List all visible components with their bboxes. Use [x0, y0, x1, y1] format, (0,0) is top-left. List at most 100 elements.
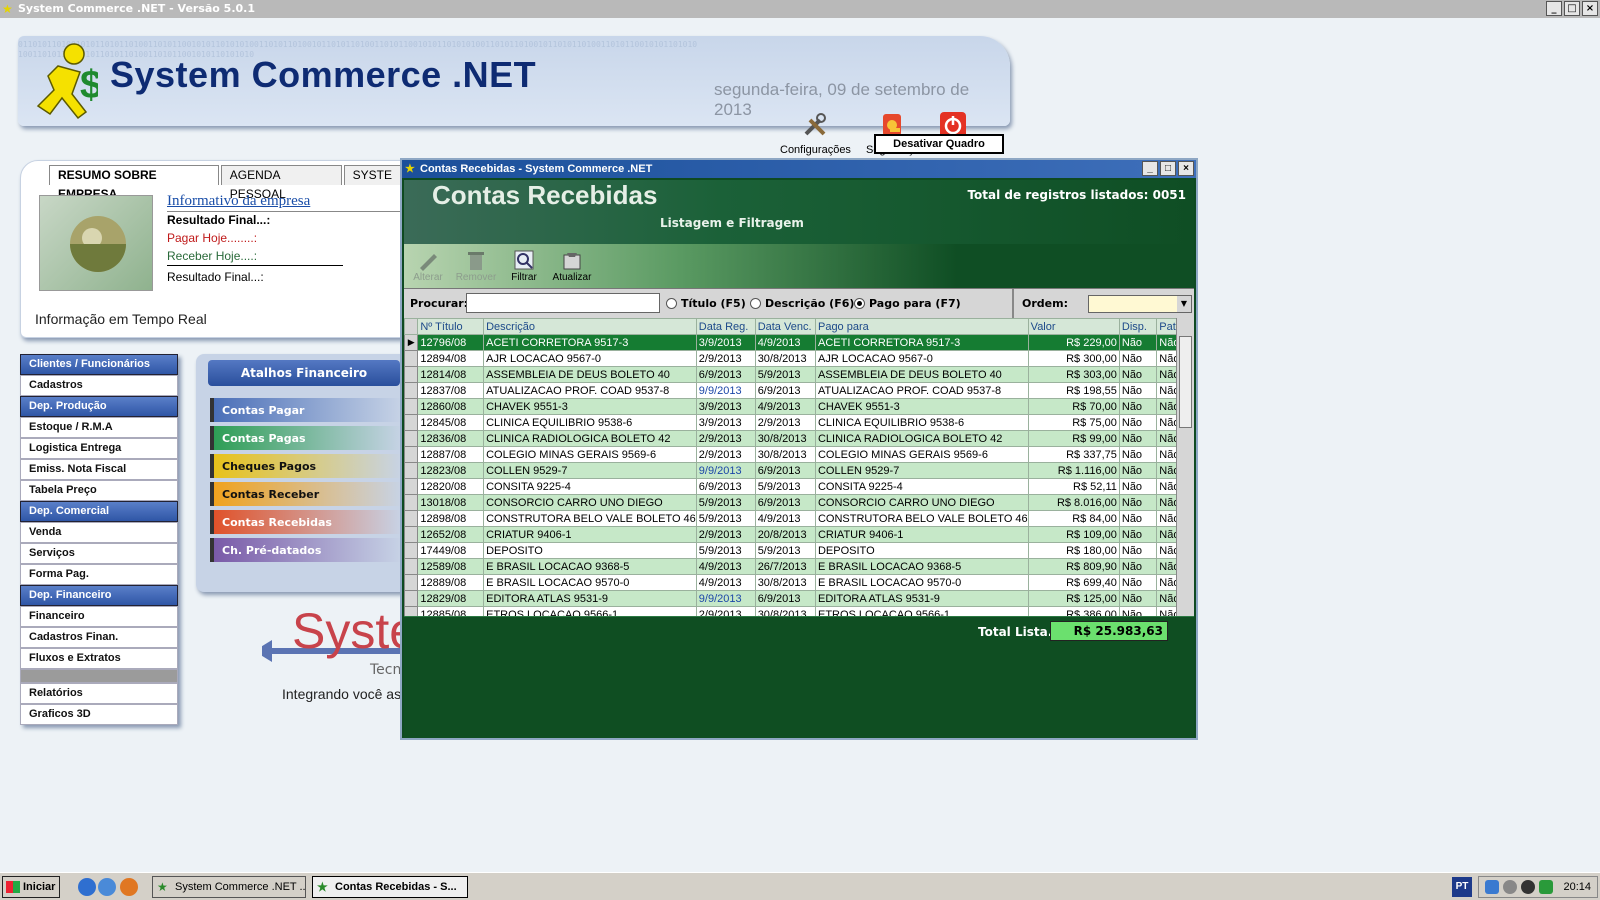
dialog-minimize-button[interactable]: _ [1142, 161, 1158, 176]
row-indicator[interactable] [404, 542, 419, 559]
column-header[interactable]: Nº Título [417, 318, 485, 335]
row-indicator[interactable] [404, 574, 419, 591]
row-indicator[interactable] [404, 414, 419, 431]
row-indicator[interactable] [404, 446, 419, 463]
start-button[interactable]: Iniciar [2, 876, 60, 898]
row-indicator[interactable] [404, 590, 419, 607]
close-button[interactable]: × [1582, 1, 1598, 16]
column-header[interactable]: Data Venc. [754, 318, 816, 335]
table-row[interactable]: 12837/08 ATUALIZACAO PROF. COAD 9537-8 9/9… [404, 382, 1194, 399]
tab-system[interactable]: SYSTE [343, 165, 401, 185]
tab-agenda[interactable]: AGENDA PESSOAL [220, 165, 342, 201]
column-header[interactable]: Data Reg. [695, 318, 756, 335]
volume-icon[interactable] [1521, 880, 1535, 894]
task-system-commerce[interactable]: ★ System Commerce .NET ... [152, 876, 306, 898]
row-indicator[interactable] [404, 462, 419, 479]
row-indicator[interactable] [404, 526, 419, 543]
table-row[interactable]: 12652/08 CRIATUR 9406-1 2/9/2013 20/8/2013 C… [404, 526, 1194, 543]
column-header[interactable]: Valor [1027, 318, 1120, 335]
remover-button[interactable]: Remover [454, 248, 498, 283]
table-row[interactable]: 12894/08 AJR LOCACAO 9567-0 2/9/2013 30/8/2… [404, 350, 1194, 367]
row-indicator[interactable] [404, 494, 419, 511]
table-row[interactable]: 12829/08 EDITORA ATLAS 9531-9 9/9/2013 6/9/… [404, 590, 1194, 607]
table-row[interactable]: 13018/08 CONSORCIO CARRO UNO DIEGO 5/9/201… [404, 494, 1194, 511]
atalho-contas-receber[interactable]: Contas Receber [210, 482, 402, 506]
table-row[interactable]: 12898/08 CONSTRUTORA BELO VALE BOLETO 46 5… [404, 510, 1194, 527]
info-title[interactable]: Informativo da empresa [167, 193, 310, 210]
table-row[interactable]: ▶ 12796/08 ACETI CORRETORA 9517-3 3/9/2013 4… [404, 334, 1194, 351]
config-button[interactable]: Configurações [780, 108, 851, 156]
menu-item[interactable]: Emiss. Nota Fiscal [20, 459, 178, 480]
menu-item[interactable]: Serviços [20, 543, 178, 564]
table-row[interactable]: 12820/08 CONSITA 9225-4 6/9/2013 5/9/2013 CO… [404, 478, 1194, 495]
minimize-button[interactable]: _ [1546, 1, 1562, 16]
dialog-maximize-button[interactable]: □ [1160, 161, 1176, 176]
atalho-cheques-pagos[interactable]: Cheques Pagos [210, 454, 402, 478]
filtrar-button[interactable]: Filtrar [502, 248, 546, 283]
search-input[interactable] [466, 293, 660, 313]
atualizar-button[interactable]: Atualizar [550, 248, 594, 283]
menu-item[interactable]: Estoque / R.M.A [20, 417, 178, 438]
radio-descricao[interactable]: Descrição (F6) [750, 297, 854, 310]
network-icon[interactable] [1485, 880, 1499, 894]
menu-item[interactable]: Graficos 3D [20, 704, 178, 725]
atalho-ch-pre-datados[interactable]: Ch. Pré-datados [210, 538, 402, 562]
table-row[interactable]: 12814/08 ASSEMBLEIA DE DEUS BOLETO 40 6/9/… [404, 366, 1194, 383]
row-indicator[interactable] [404, 398, 419, 415]
task-contas-recebidas[interactable]: ★ Contas Recebidas - S... [312, 876, 468, 898]
table-cell: Não [1118, 478, 1158, 495]
table-cell: Não [1118, 462, 1158, 479]
atalho-contas-recebidas[interactable]: Contas Recebidas [210, 510, 402, 534]
firefox-icon[interactable] [120, 878, 138, 896]
radio-pago-para[interactable]: Pago para (F7) [854, 297, 961, 310]
table-row[interactable]: 12823/08 COLLEN 9529-7 9/9/2013 6/9/2013 COL… [404, 462, 1194, 479]
menu-item[interactable]: Relatórios [20, 683, 178, 704]
atalho-contas-pagas[interactable]: Contas Pagas [210, 426, 402, 450]
menu-item[interactable]: Financeiro [20, 606, 178, 627]
table-row[interactable]: 12589/08 E BRASIL LOCACAO 9368-5 4/9/2013 2… [404, 558, 1194, 575]
table-row[interactable]: 12845/08 CLINICA EQUILIBRIO 9538-6 3/9/201… [404, 414, 1194, 431]
ordem-select[interactable]: ▼ [1088, 295, 1192, 313]
table-row[interactable]: 17449/08 DEPOSITO 5/9/2013 5/9/2013 DEPOSITO… [404, 542, 1194, 559]
security-tray-icon[interactable] [1503, 880, 1517, 894]
menu-item[interactable]: Venda [20, 522, 178, 543]
menu-item[interactable]: Forma Pag. [20, 564, 178, 585]
tab-resumo[interactable]: RESUMO SOBRE EMPRESA [49, 165, 219, 201]
maximize-button[interactable]: □ [1564, 1, 1580, 16]
menu-item[interactable]: Cadastros [20, 375, 178, 396]
dialog-close-button[interactable]: × [1178, 161, 1194, 176]
row-indicator[interactable] [404, 382, 419, 399]
column-header[interactable]: Disp. [1118, 318, 1158, 335]
table-cell: 12889/08 [417, 574, 485, 591]
row-indicator[interactable] [404, 350, 419, 367]
table-row[interactable]: 12885/08 ETROS LOCACAO 9566-1 2/9/2013 30/8… [404, 606, 1194, 616]
row-indicator[interactable] [404, 478, 419, 495]
scrollbar-thumb[interactable] [1179, 336, 1192, 428]
row-indicator[interactable] [404, 366, 419, 383]
row-indicator[interactable]: ▶ [404, 334, 419, 351]
column-header[interactable]: Descrição [483, 318, 697, 335]
table-row[interactable]: 12889/08 E BRASIL LOCACAO 9570-0 4/9/2013 3… [404, 574, 1194, 591]
atalho-contas-pagar[interactable]: Contas Pagar [210, 398, 402, 422]
update-icon[interactable] [1539, 880, 1553, 894]
alterar-button[interactable]: Alterar [406, 248, 450, 283]
row-indicator[interactable] [404, 606, 419, 616]
radio-titulo[interactable]: Título (F5) [666, 297, 746, 310]
outlook-icon[interactable] [98, 878, 116, 896]
table-row[interactable]: 12836/08 CLINICA RADIOLOGICA BOLETO 42 2/9… [404, 430, 1194, 447]
menu-item[interactable]: Cadastros Finan. [20, 627, 178, 648]
menu-item[interactable]: Tabela Preço [20, 480, 178, 501]
language-indicator[interactable]: PT [1452, 877, 1472, 897]
column-header[interactable]: Pago para [814, 318, 1029, 335]
row-indicator[interactable] [404, 430, 419, 447]
ie-icon[interactable] [78, 878, 96, 896]
row-indicator[interactable] [404, 558, 419, 575]
table-row[interactable]: 12860/08 CHAVEK 9551-3 3/9/2013 4/9/2013 CHA… [404, 398, 1194, 415]
chevron-down-icon[interactable]: ▼ [1177, 296, 1191, 312]
menu-item[interactable]: Fluxos e Extratos [20, 648, 178, 669]
table-row[interactable]: 12887/08 COLEGIO MINAS GERAIS 9569-6 2/9/2… [404, 446, 1194, 463]
grid-scrollbar[interactable] [1176, 318, 1194, 616]
desativar-quadro-button[interactable]: Desativar Quadro [874, 134, 1004, 154]
row-indicator[interactable] [404, 510, 419, 527]
menu-item[interactable]: Logistica Entrega [20, 438, 178, 459]
